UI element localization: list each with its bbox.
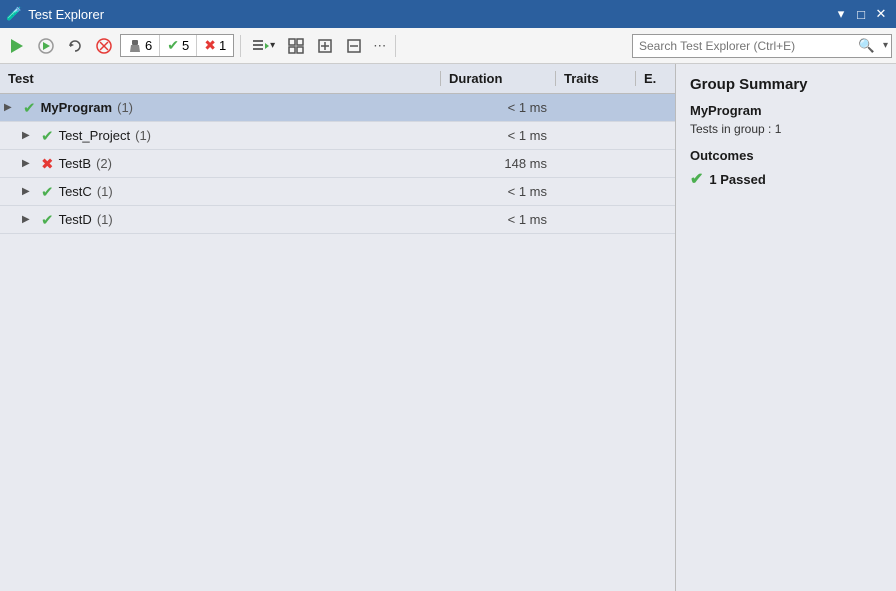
- test-row[interactable]: ▶ ✖ TestB (2) 148 ms: [0, 150, 675, 178]
- test-count: (1): [135, 128, 151, 143]
- expand-arrow[interactable]: ▶: [22, 186, 36, 197]
- flask-icon: [128, 39, 142, 53]
- row-duration-cell: < 1 ms: [440, 212, 555, 227]
- pass-status-icon: ✔: [41, 211, 54, 229]
- expand-button[interactable]: [312, 35, 338, 57]
- collapse-icon: [346, 38, 362, 54]
- total-count: 6: [145, 38, 152, 53]
- minimize-button[interactable]: ▾: [832, 5, 850, 23]
- test-count: (1): [97, 184, 113, 199]
- row-duration-cell: 148 ms: [440, 156, 555, 171]
- row-test-cell: ▶ ✔ MyProgram (1): [0, 99, 440, 117]
- title-bar-left: 🧪 Test Explorer: [6, 6, 104, 22]
- expand-arrow[interactable]: ▶: [22, 214, 36, 225]
- search-input[interactable]: [633, 37, 853, 55]
- test-name: TestC: [59, 184, 92, 199]
- separator-1: [240, 35, 241, 57]
- search-button[interactable]: 🔍: [853, 36, 880, 56]
- col-header-traits: Traits: [555, 71, 635, 86]
- test-count: (1): [97, 212, 113, 227]
- run-icon: [38, 38, 54, 54]
- test-name: TestB: [59, 156, 92, 171]
- fail-status-icon: ✖: [41, 155, 54, 173]
- title-bar-controls: ▾ □ ✕: [832, 5, 890, 23]
- main-content: Test Duration Traits E. ▶ ✔ MyProgram (1…: [0, 64, 896, 591]
- separator-2: [395, 35, 396, 57]
- test-row[interactable]: ▶ ✔ TestD (1) < 1 ms: [0, 206, 675, 234]
- toolbar: 6 ✔ 5 ✖ 1 ▾: [0, 28, 896, 64]
- expand-arrow[interactable]: ▶: [22, 130, 36, 141]
- summary-tests-in-group: Tests in group : 1: [690, 122, 882, 136]
- filter-badges: 6 ✔ 5 ✖ 1: [120, 34, 234, 57]
- expand-icon: [317, 38, 333, 54]
- cancel-icon: [96, 38, 112, 54]
- title-bar: 🧪 Test Explorer ▾ □ ✕: [0, 0, 896, 28]
- pass-status-icon: ✔: [41, 183, 54, 201]
- row-duration-cell: < 1 ms: [440, 100, 555, 115]
- row-duration-cell: < 1 ms: [440, 128, 555, 143]
- summary-outcome: ✔ 1 Passed: [690, 169, 882, 189]
- expand-arrow[interactable]: ▶: [4, 102, 18, 113]
- row-duration-cell: < 1 ms: [440, 184, 555, 199]
- pass-icon: ✔: [167, 37, 179, 54]
- window-title: Test Explorer: [28, 7, 104, 22]
- fail-icon: ✖: [204, 37, 216, 54]
- col-header-duration: Duration: [440, 71, 555, 86]
- rerun-button[interactable]: [62, 35, 88, 57]
- test-count: (1): [117, 100, 133, 115]
- search-box: 🔍 ▾: [632, 34, 892, 58]
- test-row[interactable]: ▶ ✔ TestC (1) < 1 ms: [0, 178, 675, 206]
- test-count: (2): [96, 156, 112, 171]
- pass-badge[interactable]: ✔ 5: [160, 35, 197, 56]
- row-test-cell: ▶ ✖ TestB (2): [0, 155, 440, 173]
- test-name: Test_Project: [59, 128, 131, 143]
- rerun-icon: [67, 38, 83, 54]
- fail-count: 1: [219, 38, 226, 53]
- search-dropdown-button[interactable]: ▾: [880, 38, 891, 53]
- run-all-icon: [9, 38, 25, 54]
- summary-group-name: MyProgram: [690, 103, 882, 118]
- playlist-icon: [252, 38, 270, 54]
- row-test-cell: ▶ ✔ TestC (1): [0, 183, 440, 201]
- pass-status-icon: ✔: [23, 99, 36, 117]
- pass-status-icon: ✔: [41, 127, 54, 145]
- restore-button[interactable]: □: [852, 5, 870, 23]
- outcome-pass-icon: ✔: [690, 169, 703, 189]
- run-button[interactable]: [33, 35, 59, 57]
- column-headers: Test Duration Traits E.: [0, 64, 675, 94]
- group-icon: [288, 38, 304, 54]
- more-icon[interactable]: ⋯: [370, 38, 389, 54]
- test-name: MyProgram: [41, 100, 113, 115]
- playlist-button[interactable]: ▾: [247, 35, 280, 57]
- close-button[interactable]: ✕: [872, 5, 890, 23]
- test-list: ▶ ✔ MyProgram (1) < 1 ms ▶ ✔ Test_Projec…: [0, 94, 675, 591]
- row-test-cell: ▶ ✔ Test_Project (1): [0, 127, 440, 145]
- summary-passed-label: 1 Passed: [709, 172, 765, 187]
- test-row[interactable]: ▶ ✔ Test_Project (1) < 1 ms: [0, 122, 675, 150]
- col-header-test: Test: [0, 71, 440, 86]
- summary-panel: Group Summary MyProgram Tests in group :…: [676, 64, 896, 591]
- row-test-cell: ▶ ✔ TestD (1): [0, 211, 440, 229]
- total-badge[interactable]: 6: [121, 35, 160, 56]
- test-panel: Test Duration Traits E. ▶ ✔ MyProgram (1…: [0, 64, 676, 591]
- collapse-button[interactable]: [341, 35, 367, 57]
- col-header-e: E.: [635, 71, 675, 86]
- playlist-dropdown-icon: ▾: [270, 40, 275, 51]
- run-all-button[interactable]: [4, 35, 30, 57]
- pass-count: 5: [182, 38, 189, 53]
- cancel-button[interactable]: [91, 35, 117, 57]
- test-row[interactable]: ▶ ✔ MyProgram (1) < 1 ms: [0, 94, 675, 122]
- test-name: TestD: [59, 212, 92, 227]
- app-icon: 🧪: [6, 6, 22, 22]
- summary-outcomes-title: Outcomes: [690, 148, 882, 163]
- group-button[interactable]: [283, 35, 309, 57]
- fail-badge[interactable]: ✖ 1: [197, 35, 233, 56]
- expand-arrow[interactable]: ▶: [22, 158, 36, 169]
- summary-title: Group Summary: [690, 76, 882, 93]
